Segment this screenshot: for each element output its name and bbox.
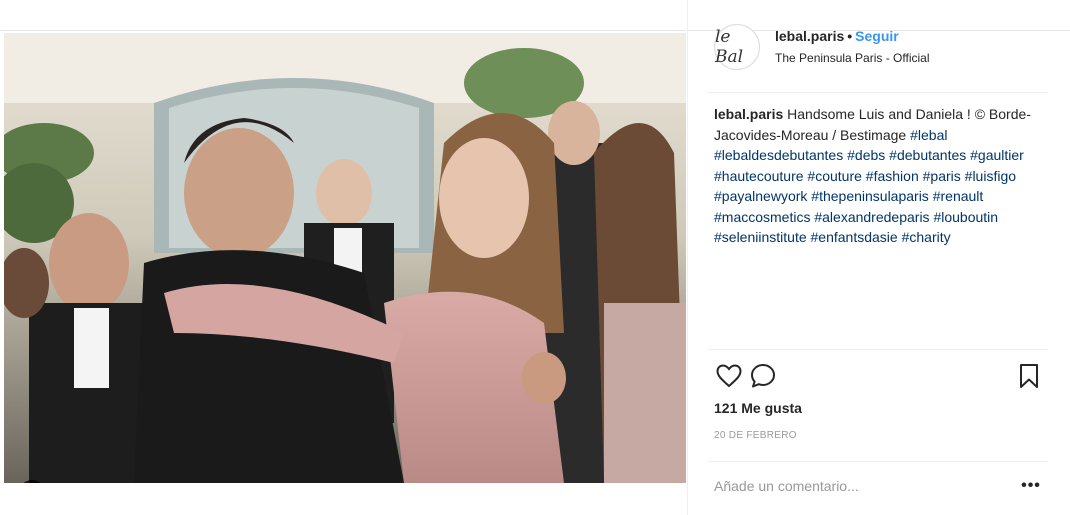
photo-illustration	[4, 33, 686, 483]
hashtag-link[interactable]: #paris	[923, 168, 961, 184]
post-side-panel: le Bal lebal.paris • Seguir The Peninsula …	[687, 0, 1070, 515]
caption-divider	[708, 349, 1048, 350]
hashtag-link[interactable]: #maccosmetics	[714, 209, 810, 225]
post-header: le Bal lebal.paris • Seguir The Peninsula …	[688, 14, 1070, 78]
header-username-row: lebal.paris • Seguir	[775, 28, 899, 44]
avatar[interactable]: le Bal	[714, 24, 760, 70]
post-actions	[714, 361, 1044, 391]
hashtag-link[interactable]: #luisfigo	[965, 168, 1016, 184]
more-options-button[interactable]: •••	[1019, 476, 1043, 496]
header-username[interactable]: lebal.paris	[775, 28, 844, 44]
post-date[interactable]: 20 DE FEBRERO	[714, 430, 797, 441]
hashtag-link[interactable]: #seleniinstitute	[714, 229, 807, 245]
hashtag-link[interactable]: #louboutin	[933, 209, 998, 225]
hashtag-link[interactable]: #couture	[807, 168, 861, 184]
hashtag-link[interactable]: #payalnewyork	[714, 188, 807, 204]
separator-dot: •	[847, 28, 853, 44]
save-button[interactable]	[1014, 361, 1044, 391]
comment-button[interactable]	[748, 361, 778, 391]
hashtag-link[interactable]: #thepeninsulaparis	[811, 188, 929, 204]
hashtag-link[interactable]: #hautecouture	[714, 168, 804, 184]
location-link[interactable]: The Peninsula Paris - Official	[775, 51, 930, 65]
hashtag-link[interactable]: #lebal	[910, 127, 947, 143]
caption-username[interactable]: lebal.paris	[714, 106, 783, 122]
hashtag-link[interactable]: #lebaldesdebutantes	[714, 147, 843, 163]
comment-divider	[708, 461, 1048, 462]
post-photo[interactable]	[4, 33, 686, 483]
hashtag-link[interactable]: #renault	[933, 188, 984, 204]
speech-bubble-icon	[751, 364, 775, 388]
hashtag-link[interactable]: #debs	[847, 147, 885, 163]
post-caption: lebal.paris Handsome Luis and Daniela ! …	[714, 104, 1054, 248]
follow-button[interactable]: Seguir	[855, 28, 899, 44]
hashtag-link[interactable]: #gaultier	[970, 147, 1024, 163]
hashtag-link[interactable]: #charity	[902, 229, 951, 245]
heart-outline-icon	[716, 364, 742, 388]
hashtag-link[interactable]: #debutantes	[889, 147, 966, 163]
hashtag-link[interactable]: #alexandredeparis	[814, 209, 929, 225]
bookmark-icon	[1020, 364, 1038, 388]
hashtag-link[interactable]: #enfantsdasie	[811, 229, 898, 245]
likes-count[interactable]: 121 Me gusta	[714, 400, 802, 416]
header-divider	[708, 92, 1048, 93]
comment-input[interactable]	[714, 475, 994, 497]
like-button[interactable]	[714, 361, 744, 391]
hashtag-link[interactable]: #fashion	[866, 168, 919, 184]
